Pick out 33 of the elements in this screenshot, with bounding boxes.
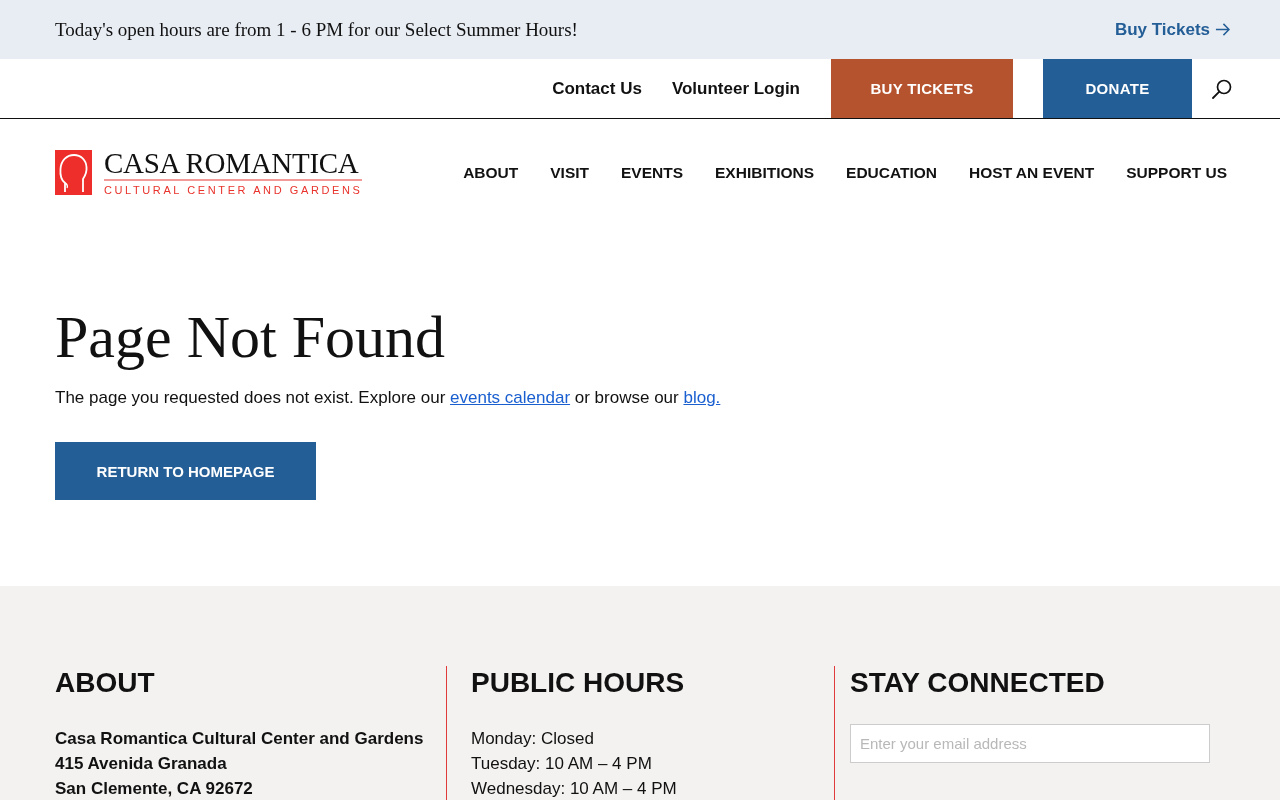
address-line: San Clemente, CA 92672 xyxy=(55,778,254,800)
nav-link[interactable]: VISIT xyxy=(550,163,589,182)
text-link[interactable]: blog. xyxy=(683,388,721,407)
logo-title: CASA ROMANTICA xyxy=(104,149,360,177)
nav-link[interactable]: EVENTS xyxy=(621,163,683,182)
page-title: Page Not Found xyxy=(55,303,446,372)
logo-subtitle: CULTURAL CENTER AND GARDENS xyxy=(104,184,363,196)
logo-icon xyxy=(55,150,92,195)
hours-line: Monday: Closed xyxy=(471,728,595,750)
hours-line: Tuesday: 10 AM – 4 PM xyxy=(471,753,653,775)
text-link[interactable]: events calendar xyxy=(450,388,571,407)
announcement-text: Today's open hours are from 1 - 6 PM for our Select Summer Hours! xyxy=(55,18,578,41)
email-field[interactable]: Enter your email address xyxy=(850,724,1210,763)
footer-heading: ABOUT xyxy=(55,666,156,700)
nav-link[interactable]: EDUCATION xyxy=(846,163,938,182)
nav-link[interactable]: HOST AN EVENT xyxy=(969,163,1095,182)
utility-link[interactable]: Contact Us xyxy=(537,59,657,118)
footer-heading: PUBLIC HOURS xyxy=(471,666,686,700)
arrow-right-icon xyxy=(1215,22,1230,37)
error-message: The page you requested does not exist. Explore our events calendar or browse our blog. xyxy=(55,388,722,408)
footer-heading: STAY CONNECTED xyxy=(850,666,1106,700)
return-home-button[interactable]: RETURN TO HOMEPAGE xyxy=(55,442,316,500)
address-line: Casa Romantica Cultural Center and Gardens xyxy=(55,728,425,750)
buy-tickets-button[interactable]: BUY TICKETS xyxy=(831,59,1013,118)
search-icon xyxy=(1212,78,1232,99)
utility-link[interactable]: Volunteer Login xyxy=(656,59,815,118)
buy-tickets-link[interactable]: Buy Tickets xyxy=(1114,19,1230,40)
nav-link[interactable]: EXHIBITIONS xyxy=(715,163,815,182)
donate-button[interactable]: DONATE xyxy=(1043,59,1192,118)
nav-link[interactable]: SUPPORT US xyxy=(1126,163,1227,182)
hours-line: Wednesday: 10 AM – 4 PM xyxy=(471,778,678,800)
address-line: 415 Avenida Granada xyxy=(55,753,228,775)
nav-link[interactable]: ABOUT xyxy=(463,163,519,182)
